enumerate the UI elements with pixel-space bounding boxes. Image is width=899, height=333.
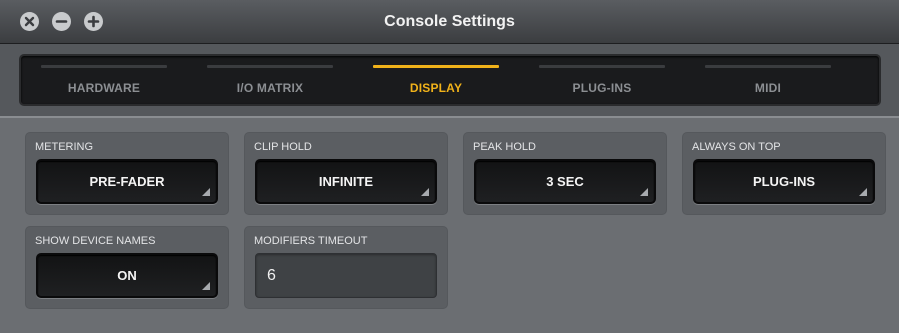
- peak-hold-value: 3 SEC: [546, 174, 584, 189]
- tab-label: DISPLAY: [409, 81, 463, 95]
- tab-display[interactable]: DISPLAY: [353, 56, 519, 104]
- title-bar: Console Settings: [0, 0, 899, 44]
- always-on-top-dropdown[interactable]: PLUG-INS: [693, 159, 875, 204]
- metering-group: METERING PRE-FADER: [26, 133, 228, 214]
- tab-plug-ins[interactable]: PLUG-INS: [519, 56, 685, 104]
- modifiers-timeout-group: MODIFIERS TIMEOUT 6: [245, 227, 447, 308]
- tab-indicator-active: [373, 65, 499, 68]
- dropdown-corner-icon: [202, 188, 210, 196]
- always-on-top-label: ALWAYS ON TOP: [692, 141, 781, 153]
- modifiers-timeout-value: 6: [267, 267, 276, 284]
- tab-hardware[interactable]: HARDWARE: [21, 56, 187, 104]
- peak-hold-dropdown[interactable]: 3 SEC: [474, 159, 656, 204]
- modifiers-timeout-field[interactable]: 6: [255, 253, 437, 298]
- clip-hold-dropdown[interactable]: INFINITE: [255, 159, 437, 204]
- always-on-top-value: PLUG-INS: [752, 174, 816, 189]
- tab-label: PLUG-INS: [572, 81, 632, 95]
- tab-label: MIDI: [754, 81, 782, 95]
- tab-bar-area: HARDWARE I/O MATRIX DISPLAY PLUG-INS MID…: [0, 44, 899, 118]
- metering-value: PRE-FADER: [89, 174, 165, 189]
- dropdown-corner-icon: [640, 188, 648, 196]
- tab-indicator: [705, 65, 831, 68]
- tab-midi[interactable]: MIDI: [685, 56, 851, 104]
- metering-label: METERING: [35, 141, 94, 153]
- display-settings-panel: METERING PRE-FADER CLIP HOLD INFINITE PE…: [8, 120, 899, 333]
- window-title: Console Settings: [384, 13, 515, 30]
- peak-hold-group: PEAK HOLD 3 SEC: [464, 133, 666, 214]
- show-device-names-dropdown[interactable]: ON: [36, 253, 218, 298]
- metering-dropdown[interactable]: PRE-FADER: [36, 159, 218, 204]
- show-device-names-label: SHOW DEVICE NAMES: [35, 235, 156, 247]
- dropdown-corner-icon: [202, 282, 210, 290]
- show-device-names-group: SHOW DEVICE NAMES ON: [26, 227, 228, 308]
- clip-hold-label: CLIP HOLD: [254, 141, 312, 153]
- dropdown-corner-icon: [421, 188, 429, 196]
- modifiers-timeout-label: MODIFIERS TIMEOUT: [254, 235, 368, 247]
- tab-bar: HARDWARE I/O MATRIX DISPLAY PLUG-INS MID…: [19, 54, 881, 106]
- tab-io-matrix[interactable]: I/O MATRIX: [187, 56, 353, 104]
- tab-label: HARDWARE: [67, 81, 141, 95]
- tab-indicator: [207, 65, 333, 68]
- always-on-top-group: ALWAYS ON TOP PLUG-INS: [683, 133, 885, 214]
- clip-hold-group: CLIP HOLD INFINITE: [245, 133, 447, 214]
- dropdown-corner-icon: [859, 188, 867, 196]
- peak-hold-label: PEAK HOLD: [473, 141, 536, 153]
- tab-label: I/O MATRIX: [236, 81, 304, 95]
- show-device-names-value: ON: [117, 268, 137, 283]
- clip-hold-value: INFINITE: [318, 174, 374, 189]
- tab-indicator: [539, 65, 665, 68]
- tab-indicator: [41, 65, 167, 68]
